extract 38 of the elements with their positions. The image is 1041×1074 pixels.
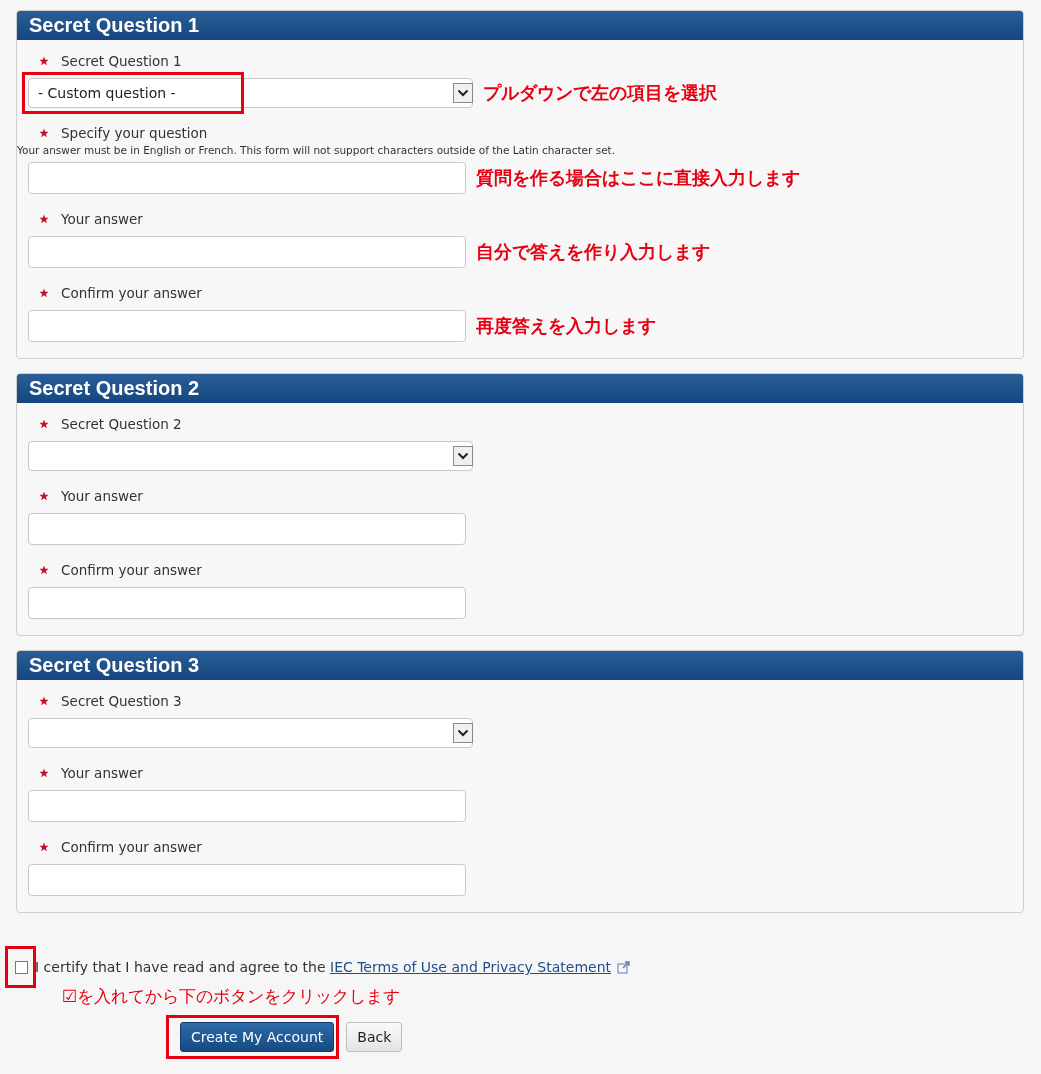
annotation-text: 自分で答えを作り入力します: [476, 240, 710, 264]
field-label: Your answer: [61, 765, 143, 781]
annotation-text: プルダウンで左の項目を選択: [483, 81, 717, 105]
create-account-button[interactable]: Create My Account: [180, 1022, 335, 1052]
input-field[interactable]: [28, 236, 466, 268]
chevron-down-icon: [453, 446, 473, 466]
input-field[interactable]: [28, 162, 466, 194]
annotation-text: ☑を入れてから下のボタンをクリックします: [62, 985, 402, 1008]
field-label: Confirm your answer: [61, 285, 202, 301]
field-label: Specify your question: [61, 125, 208, 141]
dropdown[interactable]: - Custom question -: [28, 78, 473, 108]
input-field[interactable]: [28, 310, 466, 342]
terms-link[interactable]: IEC Terms of Use and Privacy Statement: [330, 959, 612, 975]
external-link-icon: [617, 960, 632, 974]
checkbox[interactable]: [15, 960, 28, 974]
field-label: Secret Question 1: [61, 53, 182, 69]
panel-title: Secret Question 3: [17, 651, 1023, 680]
panel-title: Secret Question 2: [17, 374, 1023, 403]
panel-title: Secret Question 1: [17, 11, 1023, 40]
field-label: Your answer: [61, 211, 143, 227]
chevron-down-icon: [453, 83, 473, 103]
input-field[interactable]: [28, 513, 466, 545]
dropdown[interactable]: [28, 441, 473, 471]
back-button[interactable]: Back: [346, 1022, 403, 1052]
annotation-text: 再度答えを入力します: [476, 314, 656, 338]
field-label: Secret Question 2: [61, 416, 182, 432]
agreement-text: I certify that I have read and agree to the IEC Terms of Use and Privacy Statement: [35, 959, 612, 975]
field-label: Confirm your answer: [61, 562, 202, 578]
chevron-down-icon: [453, 723, 473, 743]
input-field[interactable]: [28, 790, 466, 822]
input-field[interactable]: [28, 587, 466, 619]
help-text: Your answer must be in English or French. This form will not support characters outside of the Latin character set.: [17, 144, 617, 156]
field-label: Your answer: [61, 488, 143, 504]
dropdown[interactable]: [28, 718, 473, 748]
annotation-text: 質問を作る場合はここに直接入力します: [476, 166, 800, 190]
input-field[interactable]: [28, 864, 466, 896]
field-label: Secret Question 3: [61, 693, 182, 709]
field-label: Confirm your answer: [61, 839, 202, 855]
